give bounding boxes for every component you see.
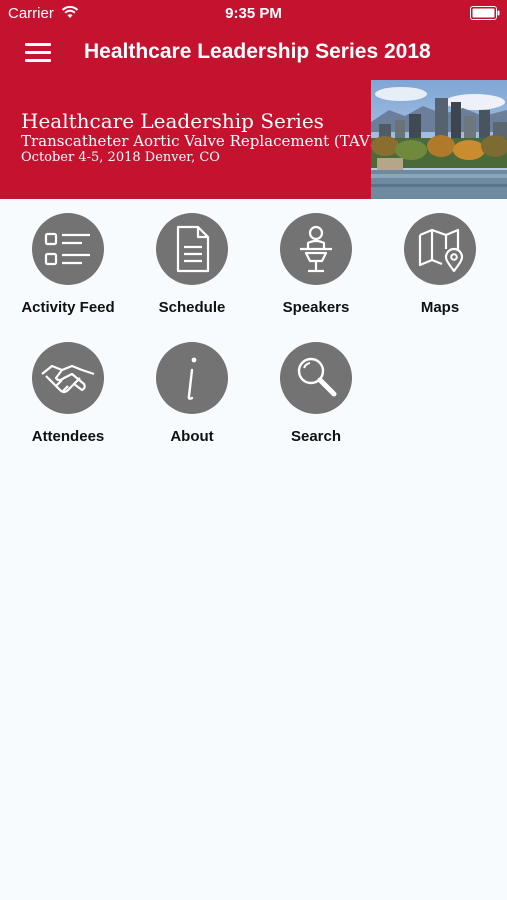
navigation-bar: Healthcare Leadership Series 2018 [0, 28, 507, 80]
denver-skyline-image [371, 80, 507, 199]
menu-icon [25, 43, 51, 46]
tile-label: Speakers [282, 299, 350, 316]
clock: 9:35 PM [225, 5, 282, 22]
tile-maps[interactable]: Maps [378, 199, 502, 323]
menu-icon-bar [25, 51, 51, 54]
tile-label: Maps [420, 299, 460, 316]
tile-label: Search [290, 428, 342, 445]
banner-subtitle: Transcatheter Aortic Valve Replacement (… [21, 132, 388, 150]
about-button [156, 342, 228, 414]
map-icon [418, 228, 464, 273]
menu-button[interactable] [22, 40, 54, 66]
header: Carrier 9:35 PM Healthcare Leadership Se… [0, 0, 507, 80]
tile-activity-feed[interactable]: Activity Feed [6, 199, 130, 323]
handshake-icon [41, 364, 95, 394]
tile-label: Attendees [31, 428, 105, 445]
document-icon [176, 225, 210, 273]
schedule-button [156, 213, 228, 285]
tile-speakers[interactable]: Speakers [254, 199, 378, 323]
menu-icon-bar [25, 59, 51, 62]
battery-icon [470, 6, 500, 20]
magnifier-icon [297, 357, 337, 397]
banner-text: Healthcare Leadership Series Transcathet… [21, 110, 387, 166]
tile-about[interactable]: About [130, 328, 254, 452]
tile-label: Activity Feed [21, 299, 115, 316]
attendees-button [32, 342, 104, 414]
status-bar: Carrier 9:35 PM [0, 0, 507, 28]
tile-attendees[interactable]: Attendees [6, 328, 130, 452]
tile-label: About [170, 428, 214, 445]
speaker-podium-icon [300, 225, 332, 273]
banner-title: Healthcare Leadership Series [21, 109, 324, 133]
tile-label: Schedule [158, 299, 226, 316]
info-icon [187, 357, 197, 400]
event-banner: Healthcare Leadership Series Transcathet… [0, 80, 507, 199]
feature-grid: Activity Feed Schedule Speakers Maps Att… [0, 199, 507, 499]
tile-schedule[interactable]: Schedule [130, 199, 254, 323]
activity-feed-button [32, 213, 104, 285]
banner-date: October 4-5, 2018 Denver, CO [21, 150, 220, 165]
speakers-button [280, 213, 352, 285]
app-title: Healthcare Leadership Series 2018 [84, 40, 431, 63]
tile-search[interactable]: Search [254, 328, 378, 452]
list-icon [44, 232, 90, 266]
maps-button [404, 213, 476, 285]
search-button [280, 342, 352, 414]
